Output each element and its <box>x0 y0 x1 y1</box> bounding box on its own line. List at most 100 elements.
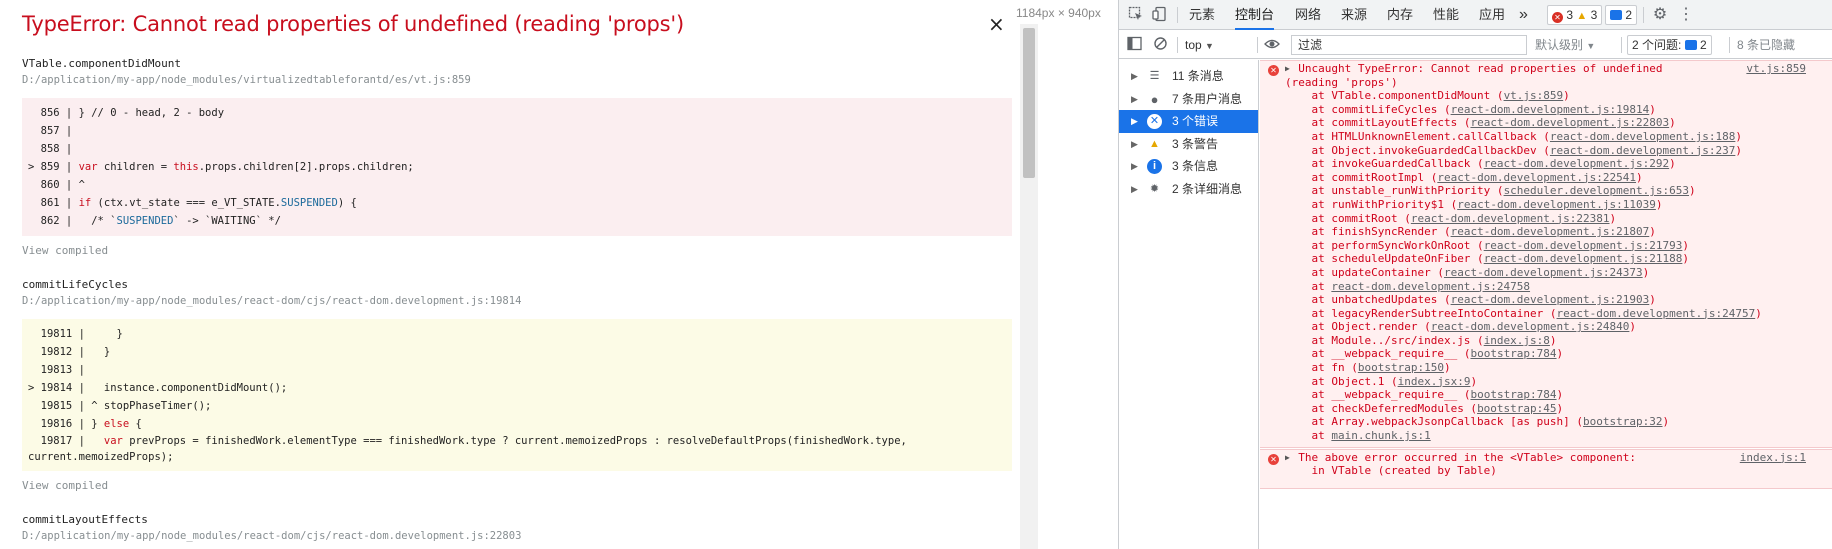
devtools-tab-bar: 元素 控制台 网络 来源 内存 性能 应用 » ✕ 3 ▲ 3 2 ⚙ ⋮ <box>1119 0 1832 30</box>
stack-source-link[interactable]: react-dom.development.js:237 <box>1550 144 1735 157</box>
overlay-scrollbar[interactable] <box>1020 24 1038 549</box>
stack-trace-line: at performSyncWorkOnRoot (react-dom.deve… <box>1285 238 1689 252</box>
stack-source-link[interactable]: react-dom.development.js:24757 <box>1557 307 1756 320</box>
eye-icon[interactable] <box>1263 36 1281 54</box>
sidebar-filter-item[interactable]: ▶ ● 7 条用户消息 <box>1119 88 1258 111</box>
issues-badge[interactable]: 2 个问题: 2 <box>1627 35 1712 55</box>
frame-function-name[interactable]: commitLayoutEffects <box>22 512 1012 528</box>
tab-memory[interactable]: 内存 <box>1387 0 1413 30</box>
error-warning-badge[interactable]: ✕ 3 ▲ 3 <box>1547 5 1603 25</box>
frame-file-path[interactable]: D:/application/my-app/node_modules/virtu… <box>22 72 1012 88</box>
frame-function-name[interactable]: commitLifeCycles <box>22 277 1012 293</box>
stack-source-link[interactable]: react-dom.development.js:11039 <box>1457 198 1656 211</box>
stack-source-link[interactable]: react-dom.development.js:21188 <box>1484 252 1683 265</box>
stack-source-link[interactable]: react-dom.development.js:22541 <box>1437 171 1636 184</box>
expand-arrow-icon[interactable]: ▶ <box>1131 65 1138 88</box>
tab-divider <box>1177 7 1178 23</box>
toolbar-divider <box>1257 37 1258 53</box>
settings-gear-icon[interactable]: ⚙ <box>1651 6 1669 24</box>
stack-function: unbatchedUpdates <box>1331 293 1438 307</box>
stack-source-link[interactable]: bootstrap:784 <box>1470 347 1556 360</box>
stack-source-link[interactable]: index.js:8 <box>1484 334 1550 347</box>
view-compiled-link[interactable]: View compiled <box>22 244 1012 260</box>
messages-badge[interactable]: 2 <box>1605 5 1638 25</box>
close-icon[interactable]: × <box>988 14 1005 34</box>
sidebar-toggle-icon[interactable] <box>1125 36 1143 54</box>
sidebar-filter-item[interactable]: ▶ ☰ 11 条消息 <box>1119 65 1258 88</box>
console-error-message[interactable]: ✕ ▶ Uncaught TypeError: Cannot read prope… <box>1260 60 1832 448</box>
tab-application[interactable]: 应用 <box>1479 0 1505 30</box>
stack-source-link[interactable]: react-dom.development.js:21807 <box>1451 225 1650 238</box>
stack-trace-line: at __webpack_require__ (bootstrap:784) <box>1285 347 1564 361</box>
tab-performance[interactable]: 性能 <box>1433 0 1459 30</box>
stack-trace-line: at react-dom.development.js:24758 <box>1285 279 1531 293</box>
filter-input[interactable]: 过滤 <box>1291 35 1527 55</box>
stack-trace-line: at Object.invokeGuardedCallbackDev (reac… <box>1285 143 1742 157</box>
expand-arrow-icon[interactable]: ▶ <box>1131 110 1138 133</box>
tab-network[interactable]: 网络 <box>1295 0 1321 30</box>
console-error-message[interactable]: ✕ ▶ The above error occurred in the <VTab… <box>1260 448 1832 489</box>
expand-arrow-icon[interactable]: ▶ <box>1131 133 1138 156</box>
stack-source-link[interactable]: react-dom.development.js:19814 <box>1451 103 1650 116</box>
device-toggle-icon[interactable] <box>1151 6 1169 24</box>
context-selector[interactable]: top ▼ <box>1185 31 1214 59</box>
kebab-menu-icon[interactable]: ⋮ <box>1677 6 1695 24</box>
tab-divider <box>1643 7 1644 23</box>
stack-source-link[interactable]: react-dom.development.js:24758 <box>1331 280 1530 293</box>
inspect-cursor-icon[interactable] <box>1127 6 1145 24</box>
stack-source-link[interactable]: react-dom.development.js:22803 <box>1470 116 1669 129</box>
stack-source-link[interactable]: bootstrap:784 <box>1470 388 1556 401</box>
sidebar-filter-item[interactable]: ▶ ✹ 2 条详细消息 <box>1119 178 1258 201</box>
more-tabs-icon[interactable]: » <box>1519 0 1528 30</box>
stack-function: invokeGuardedCallback <box>1331 157 1471 171</box>
error-message-body: The above error occurred in the <VTable>… <box>1285 451 1636 478</box>
stack-source-link[interactable]: bootstrap:150 <box>1358 361 1444 374</box>
sidebar-item-label: 3 条信息 <box>1172 159 1219 174</box>
stack-source-link[interactable]: main.chunk.js:1 <box>1331 429 1430 442</box>
tab-elements[interactable]: 元素 <box>1189 0 1215 30</box>
stack-source-link[interactable]: react-dom.development.js:24373 <box>1444 266 1643 279</box>
info-icon: i <box>1147 159 1162 175</box>
message-source-link[interactable]: index.js:1 <box>1740 451 1806 465</box>
stack-source-link[interactable]: react-dom.development.js:292 <box>1484 157 1669 170</box>
stack-source-link[interactable]: index.jsx:9 <box>1398 375 1471 388</box>
expand-arrow-icon[interactable]: ▶ <box>1131 178 1138 201</box>
stack-trace-line: at VTable.componentDidMount (vt.js:859) <box>1285 89 1570 103</box>
sidebar-item-label: 11 条消息 <box>1172 69 1224 83</box>
frame-file-path[interactable]: D:/application/my-app/node_modules/react… <box>22 528 1012 544</box>
frame-file-path[interactable]: D:/application/my-app/node_modules/react… <box>22 293 1012 309</box>
stack-source-link[interactable]: vt.js:859 <box>1504 89 1564 102</box>
warning-count: 3 <box>1590 8 1598 22</box>
tab-console[interactable]: 控制台 <box>1235 0 1275 30</box>
scrollbar-thumb[interactable] <box>1023 28 1035 178</box>
stack-source-link[interactable]: react-dom.development.js:24840 <box>1431 320 1630 333</box>
log-level-selector[interactable]: 默认级别 ▼ <box>1535 31 1595 59</box>
code-line: 19817 | var prevProps = finishedWork.ele… <box>28 435 907 463</box>
frame-function-name[interactable]: VTable.componentDidMount <box>22 56 1012 72</box>
stack-source-link[interactable]: react-dom.development.js:21793 <box>1484 239 1683 252</box>
list-icon: ☰ <box>1149 70 1160 82</box>
view-compiled-link[interactable]: View compiled <box>22 479 1012 495</box>
stack-function: performSyncWorkOnRoot <box>1331 238 1471 252</box>
stack-source-link[interactable]: react-dom.development.js:188 <box>1550 130 1735 143</box>
stack-source-link[interactable]: react-dom.development.js:22381 <box>1411 212 1610 225</box>
code-line: 19812 | } <box>28 346 111 358</box>
issues-count: 2 <box>1700 38 1707 52</box>
sidebar-filter-item[interactable]: ▶ ✕ 3 个错误 <box>1119 110 1258 134</box>
stack-source-link[interactable]: scheduler.development.js:653 <box>1504 184 1689 197</box>
expand-arrow-icon[interactable]: ▶ <box>1131 88 1138 111</box>
clear-console-icon[interactable] <box>1151 36 1169 54</box>
stack-function: __webpack_require__ <box>1331 347 1458 361</box>
code-line: 860 | ^ <box>28 179 85 191</box>
stack-source-link[interactable]: bootstrap:45 <box>1477 402 1556 415</box>
sidebar-filter-item[interactable]: ▶ ▲ 3 条警告 <box>1119 133 1258 156</box>
console-messages: ✕ ▶ Uncaught TypeError: Cannot read prope… <box>1260 60 1832 549</box>
tab-sources[interactable]: 来源 <box>1341 0 1367 30</box>
stack-source-link[interactable]: bootstrap:32 <box>1583 415 1662 428</box>
dropdown-arrow-icon: ▼ <box>1586 41 1596 51</box>
expand-arrow-icon[interactable]: ▶ <box>1131 155 1138 178</box>
stack-frames: VTable.componentDidMount D:/application/m… <box>22 56 1012 549</box>
message-source-link[interactable]: vt.js:859 <box>1746 62 1806 76</box>
sidebar-filter-item[interactable]: ▶ i 3 条信息 <box>1119 155 1258 178</box>
stack-source-link[interactable]: react-dom.development.js:21903 <box>1451 293 1650 306</box>
